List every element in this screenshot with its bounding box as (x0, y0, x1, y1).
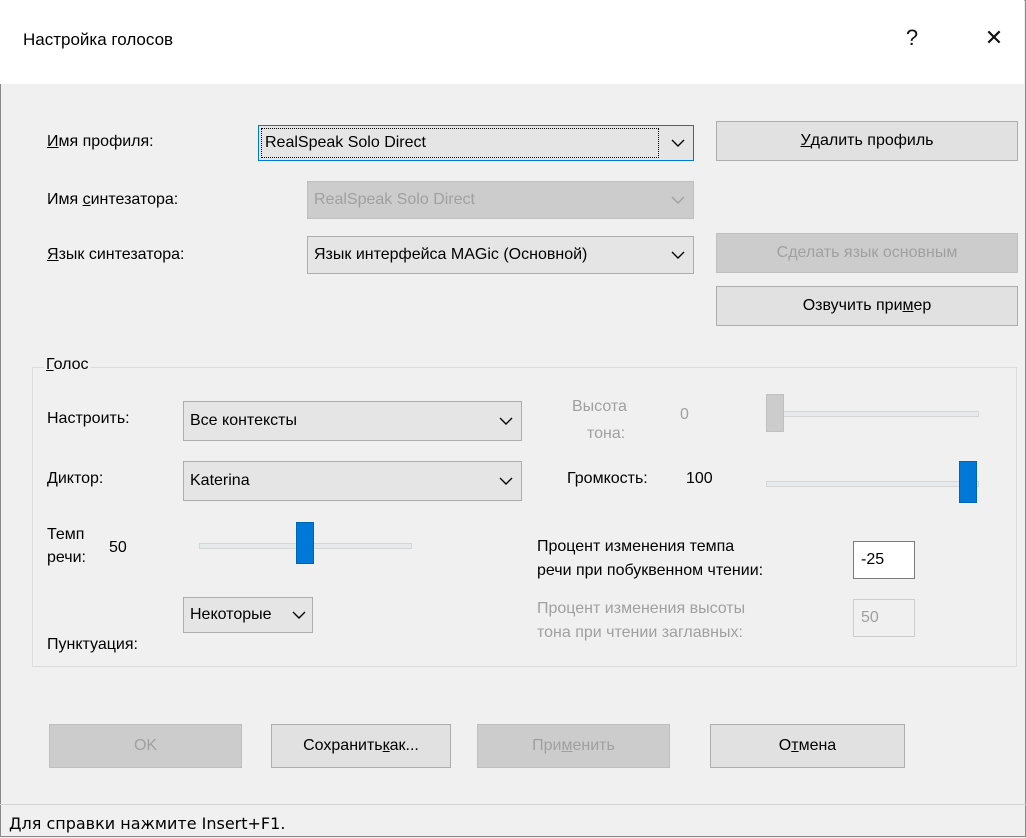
caps-pitch-input: 50 (853, 599, 915, 637)
synth-language-label: Язык синтезатора: (47, 246, 185, 263)
pitch-label-line2: тона: (587, 425, 626, 442)
caps-pitch-label-line1: Процент изменения высоты (537, 600, 746, 617)
volume-slider-thumb[interactable] (959, 461, 977, 503)
volume-label: Громкость: (567, 470, 648, 487)
dialog-title: Настройка голосов (23, 30, 174, 49)
tune-value: Все контексты (190, 412, 297, 429)
rate-slider-thumb[interactable] (296, 522, 314, 564)
volume-value: 100 (686, 470, 713, 487)
profile-name-label: Имя профиля: (47, 133, 154, 150)
chevron-down-icon (669, 237, 687, 273)
pitch-value: 0 (680, 406, 689, 423)
chevron-down-icon (497, 402, 515, 440)
punctuation-combobox[interactable]: Некоторые (183, 597, 313, 633)
speaker-combobox[interactable]: Katerina (183, 461, 522, 501)
synth-language-combobox[interactable]: Язык интерфейса MAGic (Основной) (307, 236, 694, 274)
chevron-down-icon (669, 126, 687, 160)
ok-button: OK (49, 724, 242, 768)
rate-value: 50 (109, 539, 127, 556)
speaker-label: Диктор: (47, 470, 104, 487)
voice-group-title: Голос (44, 356, 91, 374)
rate-label-line2: речи: (47, 549, 86, 566)
punctuation-label: Пунктуация: (47, 636, 138, 653)
pitch-label-line1: Высота (572, 398, 627, 415)
speaker-value: Katerina (190, 472, 250, 489)
synth-language-value: Язык интерфейса MAGic (Основной) (314, 246, 588, 263)
save-as-button[interactable]: Сохранить к ак... (271, 724, 451, 768)
tune-label: Настроить: (47, 410, 130, 427)
close-icon[interactable]: ✕ (970, 18, 1018, 58)
punctuation-value: Некоторые (190, 606, 272, 623)
help-icon[interactable]: ? (888, 18, 936, 58)
chevron-down-icon (669, 182, 687, 218)
pitch-slider-track (766, 411, 979, 417)
volume-slider-track[interactable] (766, 481, 979, 487)
profile-name-combobox[interactable]: RealSpeak Solo Direct (258, 125, 694, 161)
apply-button: При м енить (477, 724, 670, 768)
chevron-down-icon (290, 598, 308, 632)
pitch-slider-thumb (766, 394, 784, 432)
synth-name-label: Имя синтезатора: (47, 191, 179, 208)
synth-name-combobox: RealSpeak Solo Direct (307, 181, 694, 219)
spell-rate-label-line2: речи при побуквенном чтении: (537, 562, 764, 579)
delete-profile-button[interactable]: Удалить профиль (716, 121, 1018, 161)
play-sample-button[interactable]: Озвучить при м ер (716, 286, 1018, 326)
chevron-down-icon (497, 462, 515, 500)
make-default-language-button: Сделать язык основным (716, 233, 1018, 273)
synth-name-value: RealSpeak Solo Direct (314, 191, 475, 208)
status-text: Для справки нажмите Insert+F1. (9, 814, 286, 833)
spell-rate-label-line1: Процент изменения темпа (537, 538, 735, 555)
cancel-button[interactable]: От мена (710, 724, 905, 768)
tune-combobox[interactable]: Все контексты (183, 401, 522, 441)
rate-label-line1: Темп (47, 526, 85, 543)
spell-rate-input[interactable]: -25 (853, 541, 915, 579)
profile-name-value: RealSpeak Solo Direct (265, 134, 426, 151)
caps-pitch-label-line2: тона при чтении заглавных: (537, 624, 743, 641)
